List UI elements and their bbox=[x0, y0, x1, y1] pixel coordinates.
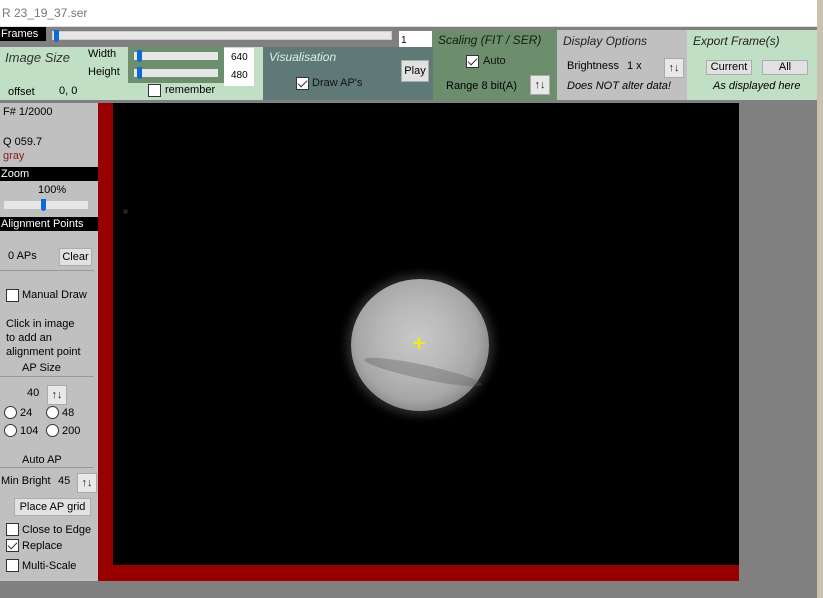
auto-ap-header: Auto AP bbox=[22, 454, 62, 466]
export-title: Export Frame(s) bbox=[693, 34, 780, 48]
remember-checkbox[interactable] bbox=[148, 84, 161, 97]
auto-scaling-checkbox[interactable] bbox=[466, 55, 479, 68]
ap-size-value: 40 bbox=[27, 387, 40, 399]
height-value: 480 bbox=[231, 70, 248, 81]
width-label: Width bbox=[88, 48, 117, 60]
ap-size-radio-24[interactable] bbox=[4, 406, 17, 419]
draw-aps-checkbox[interactable] bbox=[296, 77, 309, 90]
zoom-header: Zoom bbox=[0, 167, 98, 181]
play-button[interactable]: Play bbox=[401, 60, 429, 82]
ap-size-header: AP Size bbox=[22, 362, 61, 374]
export-all-button[interactable]: All bbox=[762, 60, 808, 75]
replace-checkbox[interactable] bbox=[6, 539, 19, 552]
ap-size-option: 200 bbox=[62, 425, 81, 437]
frame-info: F# 1/2000 bbox=[3, 106, 53, 118]
manual-draw-checkbox[interactable] bbox=[6, 289, 19, 302]
quality-value: Q 059.7 bbox=[3, 136, 43, 148]
separator bbox=[0, 467, 94, 468]
window-title: R 23_19_37.ser bbox=[2, 6, 88, 20]
ap-size-radio-104[interactable] bbox=[4, 424, 17, 437]
close-to-edge-label: Close to Edge bbox=[22, 524, 92, 536]
frames-label: Frames bbox=[0, 27, 46, 41]
ap-size-radio-48[interactable] bbox=[46, 406, 59, 419]
instruction-line: Click in image bbox=[6, 318, 75, 330]
alignment-point-marker[interactable] bbox=[413, 337, 425, 349]
close-to-edge-checkbox[interactable] bbox=[6, 523, 19, 536]
image-viewer[interactable] bbox=[113, 103, 739, 565]
multi-scale-label: Multi-Scale bbox=[22, 560, 77, 572]
range-spinner-icon[interactable]: ↑↓ bbox=[530, 75, 550, 95]
instruction-line: alignment point bbox=[6, 346, 81, 358]
height-label: Height bbox=[88, 66, 120, 78]
min-bright-label: Min Bright bbox=[1, 475, 51, 487]
color-mode: gray bbox=[3, 150, 25, 162]
zoom-slider[interactable] bbox=[4, 199, 88, 211]
scaling-title: Scaling (FIT / SER) bbox=[438, 33, 542, 47]
separator bbox=[0, 376, 94, 377]
offset-label: offset bbox=[8, 86, 35, 98]
ap-size-option: 24 bbox=[20, 407, 33, 419]
width-slider-thumb[interactable] bbox=[137, 50, 142, 62]
ap-size-radio-200[interactable] bbox=[46, 424, 59, 437]
moon-speck bbox=[123, 209, 128, 214]
min-bright-spinner-icon[interactable]: ↑↓ bbox=[77, 473, 97, 493]
export-note: As displayed here bbox=[713, 80, 801, 92]
replace-label: Replace bbox=[22, 540, 63, 552]
height-slider[interactable] bbox=[134, 67, 218, 79]
multi-scale-checkbox[interactable] bbox=[6, 559, 19, 572]
range-label: Range 8 bit(A) bbox=[446, 80, 517, 92]
display-note: Does NOT alter data! bbox=[567, 80, 671, 92]
manual-draw-label: Manual Draw bbox=[22, 289, 87, 301]
width-value: 640 bbox=[231, 52, 248, 63]
brightness-label: Brightness bbox=[567, 60, 619, 72]
place-ap-grid-button[interactable]: Place AP grid bbox=[14, 498, 91, 516]
draw-aps-label: Draw AP's bbox=[312, 77, 363, 89]
visualisation-title: Visualisation bbox=[269, 50, 337, 64]
ap-size-spinner-icon[interactable]: ↑↓ bbox=[47, 385, 67, 405]
clear-aps-button[interactable]: Clear bbox=[59, 248, 92, 266]
offset-value: 0, 0 bbox=[59, 85, 78, 97]
frame-slider-thumb[interactable] bbox=[54, 30, 59, 42]
auto-scaling-label: Auto bbox=[483, 55, 506, 67]
ap-size-option: 48 bbox=[62, 407, 75, 419]
frame-slider[interactable] bbox=[52, 30, 392, 42]
display-options-title: Display Options bbox=[563, 34, 648, 48]
ap-count: 0 APs bbox=[8, 250, 37, 262]
min-bright-value: 45 bbox=[58, 475, 71, 487]
title-bar: R 23_19_37.ser bbox=[0, 0, 817, 27]
width-slider[interactable] bbox=[134, 50, 218, 62]
brightness-value: 1 x bbox=[627, 60, 642, 72]
separator bbox=[0, 270, 94, 271]
remember-label: remember bbox=[165, 84, 216, 96]
image-size-title: Image Size bbox=[5, 50, 71, 65]
instruction-line: to add an bbox=[6, 332, 52, 344]
ap-size-option: 104 bbox=[20, 425, 39, 437]
zoom-value: 100% bbox=[38, 184, 67, 196]
zoom-slider-thumb[interactable] bbox=[41, 199, 46, 211]
height-slider-thumb[interactable] bbox=[137, 67, 142, 79]
brightness-spinner-icon[interactable]: ↑↓ bbox=[664, 58, 684, 78]
export-current-button[interactable]: Current bbox=[706, 60, 752, 75]
window-edge bbox=[817, 0, 823, 598]
alignment-points-header: Alignment Points bbox=[0, 217, 98, 231]
